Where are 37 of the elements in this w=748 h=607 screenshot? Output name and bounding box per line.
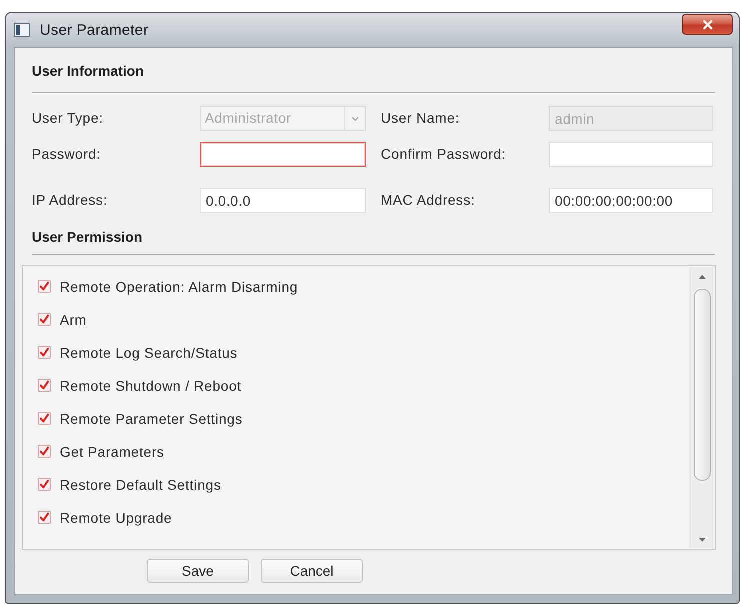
permission-label: Remote Shutdown / Reboot [60,378,242,394]
dialog-button[interactable]: Cancel [261,559,363,583]
field-label: User Name: [381,109,460,128]
checkbox[interactable] [38,412,51,425]
permission-label: Remote Upgrade [60,510,172,526]
permission-label: Restore Default Settings [60,476,222,492]
window-title: User Parameter [40,22,149,38]
text-field[interactable]: 0.0.0.0 [200,188,366,213]
field-label: User Type: [32,109,104,128]
permission-label: Remote Log Search/Status [60,344,238,360]
password-field[interactable] [200,142,366,167]
scrollbar-thumb[interactable] [694,289,710,481]
checkbox[interactable] [38,280,51,293]
close-button[interactable] [682,14,733,35]
field-label: Password: [32,145,101,164]
window-icon [14,23,30,37]
down-arrow-icon[interactable] [698,538,706,542]
checkbox[interactable] [38,346,51,359]
checkbox[interactable] [38,478,51,491]
checkbox[interactable] [38,313,51,326]
permission-label: Get Parameters [60,444,164,460]
checkbox[interactable] [38,379,51,392]
up-arrow-icon[interactable] [698,275,706,279]
permission-label: Arm [60,312,87,328]
section-heading: User Information [32,63,144,79]
field-label: Confirm Password: [381,145,506,164]
close-icon [702,20,712,30]
permission-label: Remote Parameter Settings [60,410,243,426]
checkbox[interactable] [38,445,51,458]
permission-label: Remote Operation: Alarm Disarming [60,278,298,294]
field-label: MAC Address: [381,191,476,210]
caret-icon [352,116,358,120]
dialog-button[interactable]: Save [147,559,249,583]
text-field[interactable]: 00:00:00:00:00:00 [549,188,713,213]
field-label: IP Address: [32,191,108,210]
checkbox[interactable] [38,511,51,524]
section-heading: User Permission [32,229,142,245]
